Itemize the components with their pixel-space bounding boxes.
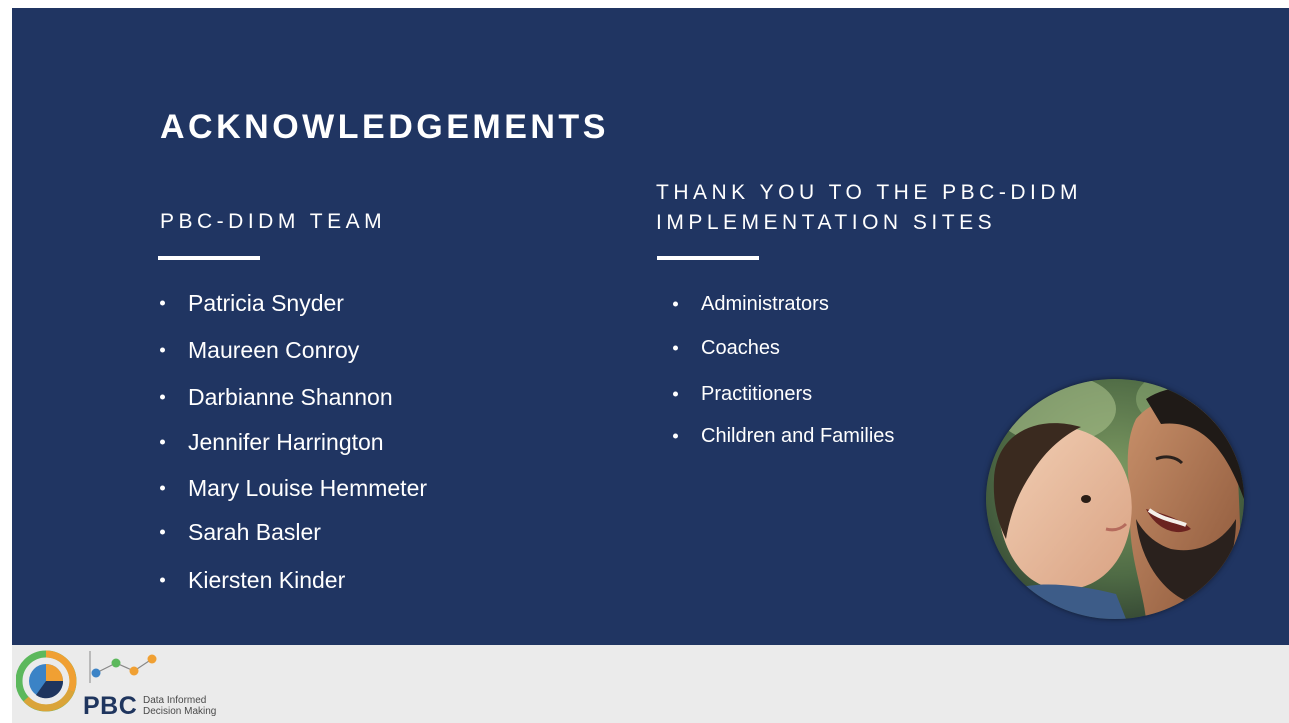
bullet-icon: [673, 301, 678, 307]
sites-heading-line1: THANK YOU TO THE PBC-DIDM: [656, 181, 1082, 204]
bullet-icon: [160, 577, 165, 583]
team-heading: PBC-DIDM TEAM: [160, 210, 387, 233]
footer-bar: PBC Data Informed Decision Making: [12, 645, 1289, 723]
sites-heading: THANK YOU TO THE PBC-DIDM IMPLEMENTATION…: [656, 178, 1082, 238]
parent-child-photo: [986, 379, 1244, 619]
logo-tagline-line1: Data Informed: [143, 695, 207, 706]
team-member-name: Mary Louise Hemmeter: [188, 475, 428, 501]
team-member-name: Maureen Conroy: [188, 337, 360, 363]
team-member-name: Patricia Snyder: [188, 290, 344, 316]
bullet-icon: [160, 439, 165, 445]
team-member-name: Kiersten Kinder: [188, 567, 346, 593]
team-heading-underline: [158, 256, 260, 260]
bullet-icon: [160, 485, 165, 491]
logo-brand: PBC: [83, 692, 138, 720]
sites-heading-line2: IMPLEMENTATION SITES: [656, 211, 997, 234]
site-role: Coaches: [701, 337, 780, 359]
bullet-icon: [160, 347, 165, 353]
logo-tagline-line2: Decision Making: [143, 706, 217, 717]
photo-illustration: [986, 379, 1244, 619]
pbc-didm-logo: PBC Data Informed Decision Making: [16, 649, 226, 721]
team-member-name: Sarah Basler: [188, 519, 321, 545]
slide-frame: ACKNOWLEDGEMENTS PBC-DIDM TEAM THANK YOU…: [0, 0, 1289, 723]
bullet-icon: [160, 529, 165, 535]
team-member-name: Jennifer Harrington: [188, 429, 384, 455]
bullet-icon: [160, 394, 165, 400]
site-role: Children and Families: [701, 425, 895, 447]
sites-heading-underline: [657, 256, 759, 260]
bullet-icon: [673, 345, 678, 351]
team-member-name: Darbianne Shannon: [188, 384, 393, 410]
site-role: Practitioners: [701, 383, 813, 405]
bullet-icon: [160, 300, 165, 306]
bullet-icon: [673, 433, 678, 439]
bullet-icon: [673, 391, 678, 397]
slide-title: ACKNOWLEDGEMENTS: [160, 108, 609, 146]
logo-tagline: Data Informed Decision Making: [143, 695, 216, 717]
site-role: Administrators: [701, 293, 829, 315]
